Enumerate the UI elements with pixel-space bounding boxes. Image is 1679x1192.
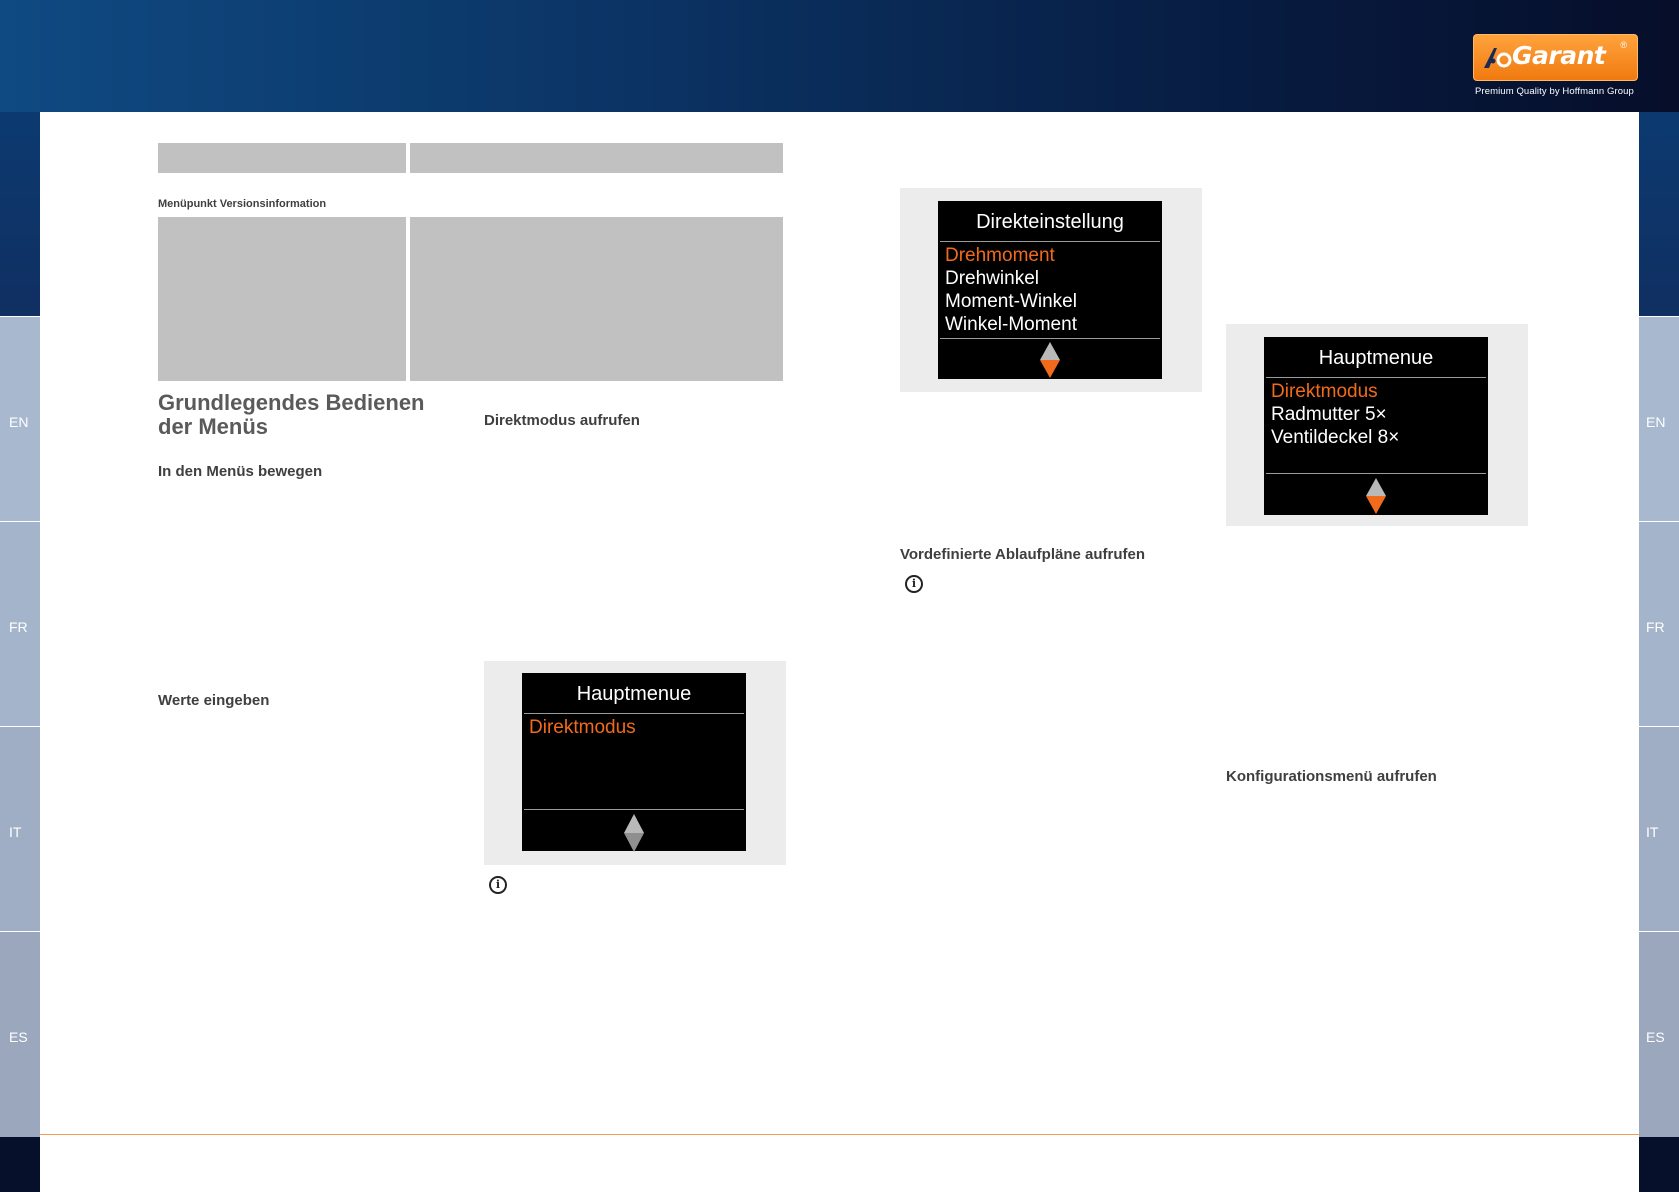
info-circle-icon: i — [905, 575, 923, 593]
tab-label: FR — [1646, 619, 1665, 635]
language-sidebar-right: EN FR IT ES — [1639, 112, 1679, 1192]
tab-it[interactable]: IT — [0, 727, 40, 931]
heading-line: der Menüs — [158, 414, 269, 439]
tab-fr[interactable]: FR — [0, 522, 40, 726]
tab-it[interactable]: IT — [1639, 727, 1679, 931]
table-header-cell — [158, 143, 406, 173]
tab-label: FR — [9, 619, 28, 635]
table-header-cell — [410, 143, 783, 173]
tab-fr[interactable]: FR — [1639, 522, 1679, 726]
version-info-label: Menüpunkt Versionsinformation — [158, 198, 327, 210]
subheading-direct-mode: Direktmodus aufrufen — [484, 412, 640, 429]
subheading-enter-values: Werte eingeben — [158, 692, 270, 709]
screen-title: Hauptmenue — [1318, 347, 1434, 369]
tab-es[interactable]: ES — [0, 932, 40, 1137]
subheading-predefined-plans: Vordefinierte Ablaufpläne aufrufen — [900, 546, 1146, 563]
footer-divider — [40, 1134, 1639, 1135]
heading-line: Grundlegendes Bedienen — [158, 390, 425, 415]
language-sidebar-left: EN FR IT ES — [0, 112, 40, 1192]
device-screen: Direkteinstellung Drehmoment Drehwinkel … — [938, 201, 1162, 379]
screen-title: Direkteinstellung — [976, 211, 1124, 233]
tab-label: EN — [1646, 414, 1666, 430]
divider — [524, 713, 744, 714]
registered-mark: ® — [1620, 40, 1627, 50]
up-down-arrow-icon — [1040, 342, 1060, 378]
menu-item-selected[interactable]: Direktmodus — [529, 717, 636, 739]
page-header: Garant ® Premium Quality by Hoffmann Gro… — [0, 0, 1679, 112]
menu-item[interactable]: Ventildeckel 8× — [1271, 427, 1399, 449]
table-cell — [158, 217, 406, 381]
screen-panel: Hauptmenue Direktmodus — [484, 661, 786, 865]
tab-label: IT — [9, 824, 22, 840]
device-screen: Hauptmenue Direktmodus Radmutter 5× Vent… — [1264, 337, 1488, 515]
sidebar-top-block — [0, 112, 40, 316]
tab-label: IT — [1646, 824, 1659, 840]
sidebar-bottom-block — [0, 1137, 40, 1192]
divider — [940, 338, 1160, 339]
section-heading: Grundlegendes Bedienen der Menüs — [158, 391, 425, 439]
logo-tagline: Premium Quality by Hoffmann Group — [1475, 86, 1634, 97]
menu-item-selected[interactable]: Drehmoment — [945, 245, 1055, 267]
tab-en[interactable]: EN — [0, 317, 40, 521]
divider — [1266, 473, 1486, 474]
up-down-arrow-icon — [624, 814, 644, 852]
tab-label: ES — [1646, 1029, 1665, 1045]
tab-label: EN — [9, 414, 29, 430]
tab-label: ES — [9, 1029, 28, 1045]
table-cell — [410, 217, 783, 381]
menu-item[interactable]: Winkel-Moment — [945, 314, 1077, 336]
menu-item[interactable]: Radmutter 5× — [1271, 404, 1387, 426]
sidebar-top-block — [1639, 112, 1679, 316]
menu-item[interactable]: Drehwinkel — [945, 268, 1039, 290]
menu-item[interactable]: Moment-Winkel — [945, 291, 1077, 313]
tab-en[interactable]: EN — [1639, 317, 1679, 521]
divider — [1266, 377, 1486, 378]
logo-text: Garant — [1512, 41, 1606, 70]
menu-item-selected[interactable]: Direktmodus — [1271, 381, 1378, 403]
info-circle-icon: i — [489, 876, 507, 894]
screen-title: Hauptmenue — [576, 683, 692, 705]
up-down-arrow-icon — [1366, 478, 1386, 514]
screen-panel: Hauptmenue Direktmodus Radmutter 5× Vent… — [1226, 324, 1528, 526]
subheading-navigate: In den Menüs bewegen — [158, 463, 323, 480]
divider — [940, 241, 1160, 242]
garant-logo-icon — [1484, 48, 1512, 68]
tab-es[interactable]: ES — [1639, 932, 1679, 1137]
screen-panel: Direkteinstellung Drehmoment Drehwinkel … — [900, 188, 1202, 392]
divider — [524, 809, 744, 810]
sidebar-bottom-block — [1639, 1137, 1679, 1192]
subheading-config-menu: Konfigurationsmenü aufrufen — [1226, 768, 1437, 785]
garant-logo: Garant ® — [1473, 34, 1638, 81]
device-screen: Hauptmenue Direktmodus — [522, 673, 746, 852]
